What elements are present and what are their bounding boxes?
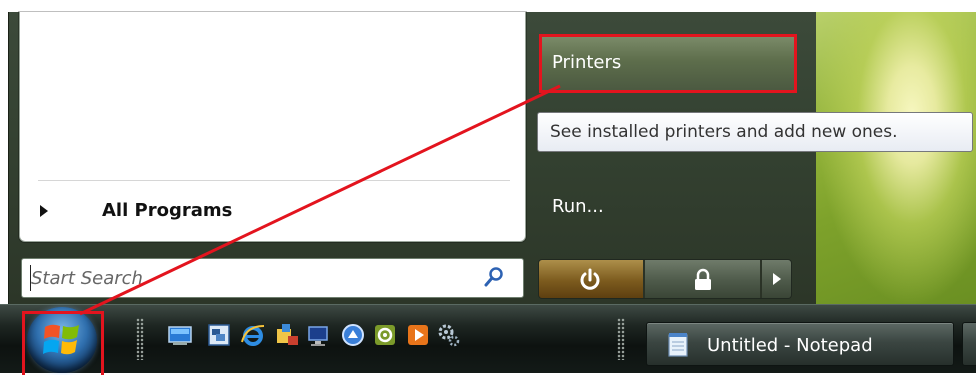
quick-launch-grip[interactable] xyxy=(136,318,144,360)
lock-button[interactable] xyxy=(645,260,760,298)
start-search-input[interactable] xyxy=(30,265,471,291)
run-menu-label: Run... xyxy=(552,196,604,217)
all-programs-button[interactable]: All Programs xyxy=(102,200,232,221)
start-search-box[interactable] xyxy=(21,258,524,298)
run-menu-item[interactable]: Run... xyxy=(540,188,797,232)
switch-windows-icon[interactable] xyxy=(206,322,232,348)
task-button-notepad[interactable]: Untitled - Notepad xyxy=(646,322,954,366)
power-icon xyxy=(580,268,600,290)
printers-highlight-annotation xyxy=(539,34,797,93)
notepad-icon xyxy=(668,333,688,357)
tooltip-text: See installed printers and add new ones. xyxy=(550,122,898,142)
desktop-wallpaper xyxy=(816,12,976,307)
computer-icon[interactable] xyxy=(306,322,332,348)
taskbar-grip[interactable] xyxy=(617,318,625,360)
shutdown-options-button[interactable] xyxy=(762,260,791,298)
media-player-icon[interactable] xyxy=(405,322,431,348)
task-button-label: Untitled - Notepad xyxy=(707,335,873,356)
show-desktop-icon[interactable] xyxy=(167,322,193,348)
settings-gears-icon[interactable] xyxy=(436,322,462,348)
search-icon[interactable] xyxy=(483,266,505,288)
power-button[interactable] xyxy=(539,260,643,298)
chevron-right-icon xyxy=(773,273,781,285)
lock-icon xyxy=(695,268,711,290)
power-controls xyxy=(538,259,792,299)
task-button-overflow[interactable] xyxy=(962,322,976,366)
start-button-highlight-annotation xyxy=(22,311,104,375)
internet-explorer-icon[interactable] xyxy=(240,322,266,348)
left-pane-divider xyxy=(38,180,510,181)
media-center-icon[interactable] xyxy=(340,322,366,348)
all-programs-arrow-icon[interactable] xyxy=(40,205,48,217)
webcam-icon[interactable] xyxy=(372,322,398,348)
start-menu-left-pane xyxy=(19,12,526,242)
folder-network-icon[interactable] xyxy=(274,322,300,348)
printers-tooltip: See installed printers and add new ones. xyxy=(537,112,973,152)
